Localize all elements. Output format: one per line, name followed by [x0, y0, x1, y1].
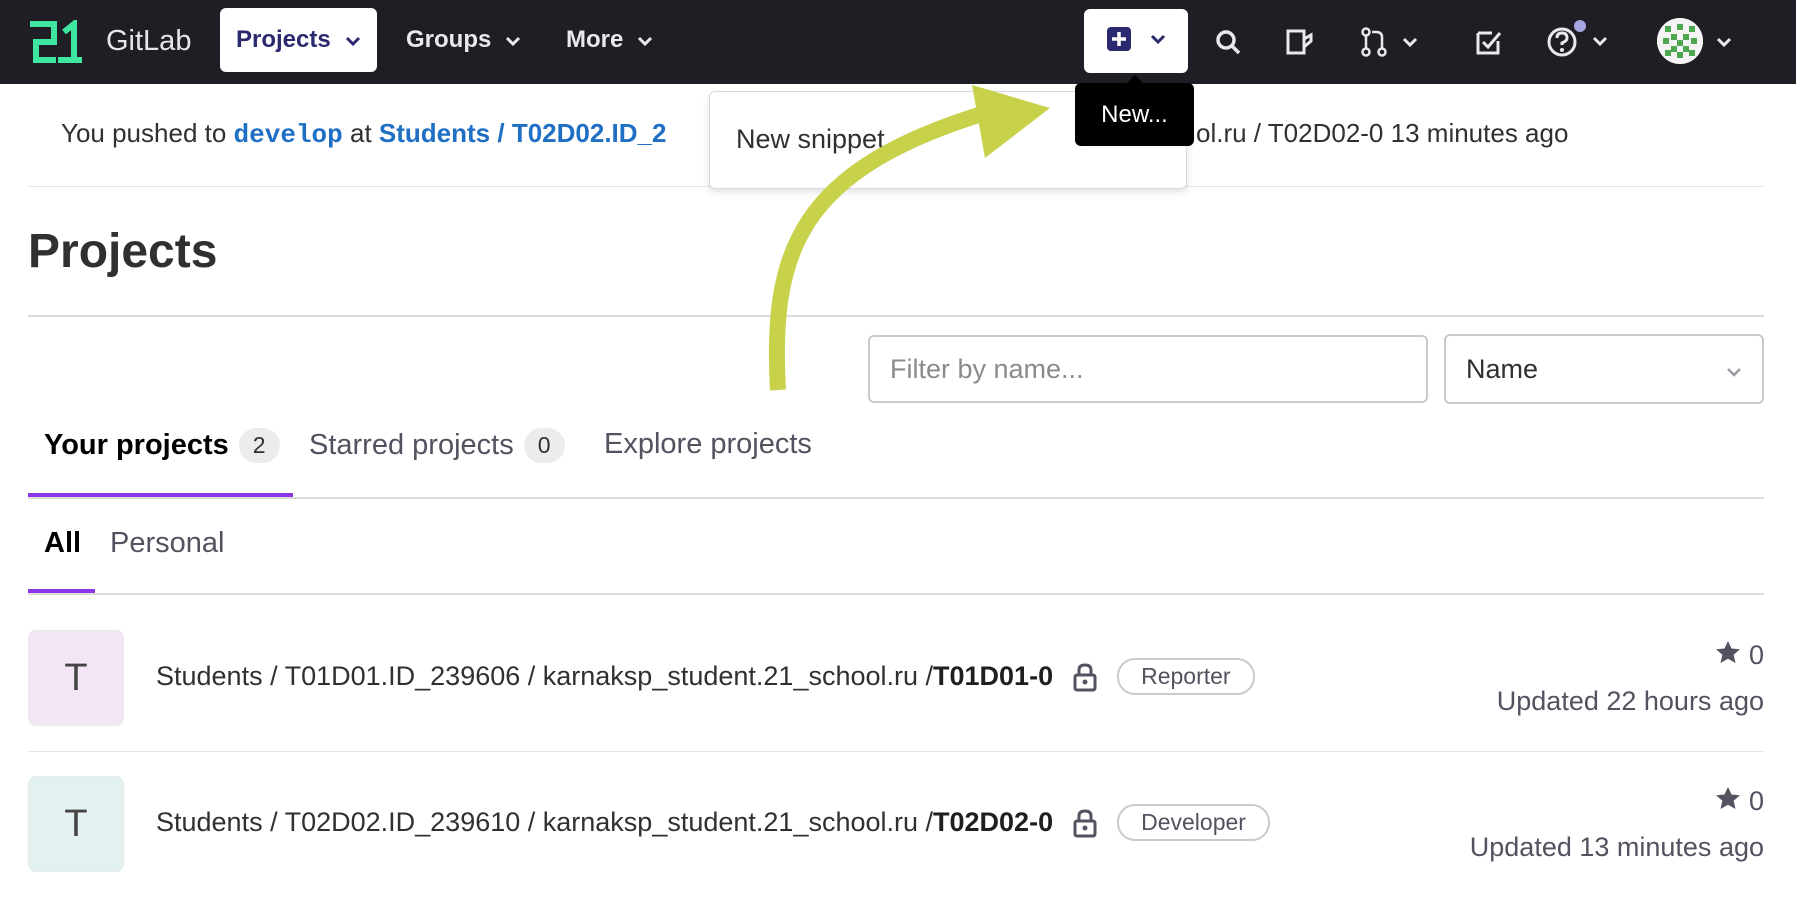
projects-menu-label: Projects	[236, 26, 331, 53]
subtab-all[interactable]: All	[44, 527, 81, 560]
chevron-down-icon	[345, 26, 361, 54]
star-icon	[1715, 786, 1741, 817]
alert-prefix: You pushed to	[61, 118, 227, 148]
star-count[interactable]: 0	[1715, 786, 1764, 817]
chevron-down-icon	[1726, 354, 1742, 385]
push-alert-text-end: ol.ru / T02D02-0 13 minutes ago	[1196, 118, 1568, 149]
lock-icon	[1073, 662, 1097, 692]
project-title[interactable]: Students / T02D02.ID_239610 / karnaksp_s…	[156, 804, 1270, 841]
chevron-down-icon	[637, 26, 653, 54]
sort-select-value: Name	[1466, 353, 1539, 384]
new-tooltip: New...	[1075, 75, 1194, 146]
project-name: T01D01-0	[933, 661, 1054, 691]
count-badge: 0	[523, 428, 565, 463]
divider	[28, 315, 1764, 317]
search-icon[interactable]	[1214, 22, 1242, 62]
project-avatar[interactable]: T	[28, 630, 124, 726]
star-count-value: 0	[1748, 786, 1764, 816]
branch-link[interactable]: develop	[234, 120, 343, 150]
alert-time: 13 minutes ago	[1390, 118, 1569, 148]
user-avatar[interactable]	[1657, 18, 1703, 64]
chevron-down-icon[interactable]	[1716, 22, 1732, 62]
project-avatar[interactable]: T	[28, 776, 124, 872]
merge-requests-icon[interactable]	[1360, 22, 1420, 62]
plus-square-icon	[1106, 26, 1132, 57]
tab-label: Starred projects	[309, 429, 514, 461]
school21-logo-icon[interactable]	[28, 17, 84, 69]
push-alert-text: You pushed to develop at Students / T02D…	[61, 118, 666, 150]
issues-icon[interactable]	[1284, 22, 1314, 62]
count-badge: 2	[238, 428, 280, 463]
divider	[28, 497, 1764, 499]
project-namespace: Students / T02D02.ID_239610 / karnaksp_s…	[156, 807, 934, 837]
tab-explore-projects[interactable]: Explore projects	[604, 428, 812, 461]
subtab-label: Personal	[110, 527, 225, 559]
tab-starred-projects[interactable]: Starred projects 0	[309, 428, 565, 463]
project-row[interactable]: T Students / T02D02.ID_239610 / karnaksp…	[28, 752, 1764, 898]
alert-at: at	[350, 118, 372, 148]
sort-select[interactable]: Name	[1444, 334, 1764, 404]
more-menu-label: More	[566, 26, 624, 53]
notification-dot	[1572, 18, 1588, 34]
project-path-link[interactable]: Students / T02D02.ID_2	[379, 118, 667, 148]
subtab-label: All	[44, 527, 82, 559]
groups-menu-label: Groups	[406, 26, 492, 53]
role-badge: Reporter	[1117, 658, 1255, 695]
star-icon	[1715, 640, 1741, 671]
tab-label: Your projects	[44, 429, 229, 461]
star-count[interactable]: 0	[1715, 640, 1764, 671]
project-namespace: Students / T01D01.ID_239606 / karnaksp_s…	[156, 661, 934, 691]
top-navbar: GitLab Projects Groups More	[0, 0, 1796, 84]
chevron-down-icon	[505, 26, 521, 54]
project-name: T02D02-0	[933, 807, 1054, 837]
updated-time: Updated 22 hours ago	[1496, 686, 1764, 716]
tab-your-projects[interactable]: Your projects 2	[44, 428, 280, 463]
project-path-link-end[interactable]: ol.ru / T02D02-0	[1196, 118, 1383, 148]
new-snippet-item[interactable]: New snippet	[736, 124, 885, 155]
groups-menu-button[interactable]: Groups	[390, 8, 537, 72]
project-row[interactable]: T Students / T01D01.ID_239606 / karnaksp…	[28, 606, 1764, 752]
project-title[interactable]: Students / T01D01.ID_239606 / karnaksp_s…	[156, 658, 1255, 695]
updated-time: Updated 13 minutes ago	[1469, 832, 1764, 862]
star-count-value: 0	[1748, 640, 1764, 670]
brand-name[interactable]: GitLab	[106, 25, 191, 58]
chevron-down-icon	[1150, 32, 1166, 50]
page-title: Projects	[28, 225, 218, 278]
projects-menu-button[interactable]: Projects	[220, 8, 377, 72]
more-menu-button[interactable]: More	[550, 8, 669, 72]
tab-label: Explore projects	[604, 428, 812, 460]
divider	[28, 593, 1764, 595]
lock-icon	[1073, 808, 1097, 838]
new-menu-button[interactable]	[1084, 9, 1188, 73]
subtab-personal[interactable]: Personal	[110, 527, 224, 560]
todos-icon[interactable]	[1474, 22, 1504, 62]
role-badge: Developer	[1117, 804, 1270, 841]
filter-by-name-input[interactable]	[868, 335, 1428, 403]
